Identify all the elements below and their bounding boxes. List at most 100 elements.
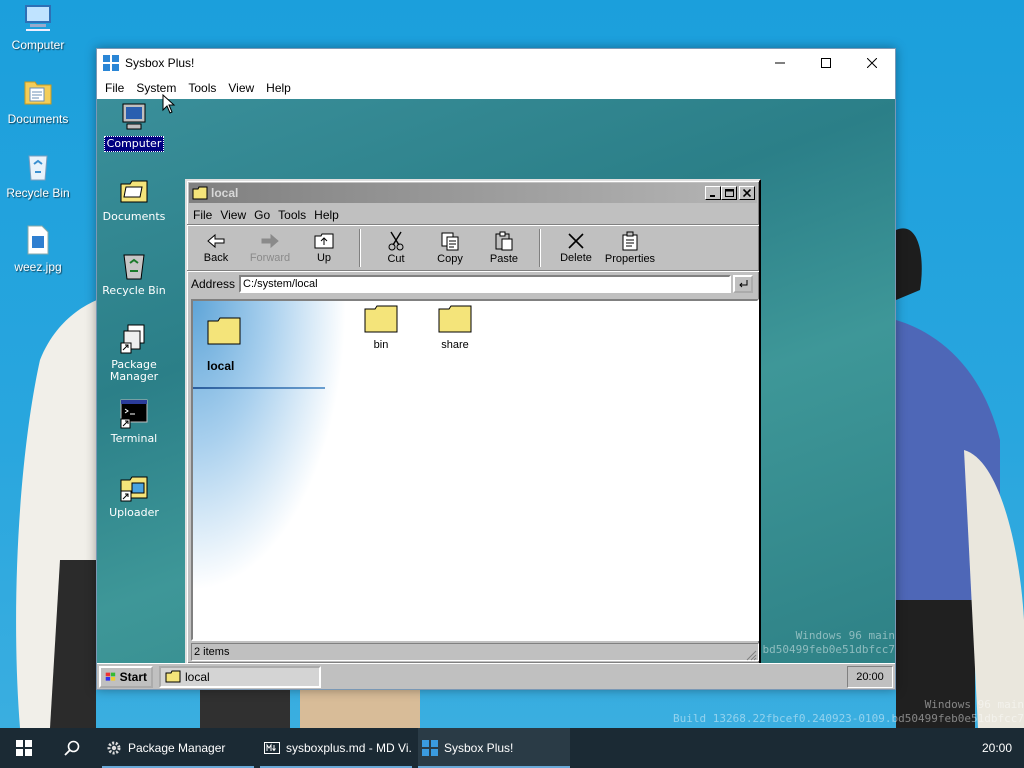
host-taskbar-app-package-manager[interactable]: Package Manager xyxy=(102,728,254,768)
explorer-menu-file[interactable]: File xyxy=(189,208,216,222)
resize-grip-icon[interactable] xyxy=(745,649,757,661)
w96-icon-uploader[interactable]: Uploader xyxy=(97,471,171,520)
menu-tools[interactable]: Tools xyxy=(182,81,222,95)
back-button[interactable]: Back xyxy=(189,232,243,264)
host-search-button[interactable] xyxy=(48,728,96,768)
host-taskbar-app-md-viewer[interactable]: sysboxplus.md - MD Vi... xyxy=(260,728,412,768)
host-taskbar-app-sysbox[interactable]: Sysbox Plus! xyxy=(418,728,570,768)
explorer-menu-go[interactable]: Go xyxy=(250,208,274,222)
cut-button[interactable]: Cut xyxy=(369,231,423,265)
explorer-toolbar: Back Forward Up Cut Copy Paste Delete Pr… xyxy=(187,225,759,271)
file-item-name: bin xyxy=(373,339,389,351)
explorer-minimize-button[interactable] xyxy=(705,186,721,200)
address-go-button[interactable] xyxy=(733,274,754,293)
up-button[interactable]: Up xyxy=(297,232,351,264)
w96-icon-documents[interactable]: Documents xyxy=(97,175,171,224)
explorer-menu-tools[interactable]: Tools xyxy=(274,208,310,222)
file-item-bin[interactable]: bin xyxy=(351,305,411,351)
back-arrow-icon xyxy=(207,233,225,249)
w96-icon-label: Uploader xyxy=(109,506,159,519)
watermark-line2: Build 13268.22fbcef0.240923-0109.bd50499… xyxy=(673,712,1024,725)
copy-button[interactable]: Copy xyxy=(423,231,477,265)
explorer-menu-view[interactable]: View xyxy=(216,208,250,222)
w96-taskbar: Start local 20:00 xyxy=(97,663,895,689)
explorer-menu-help[interactable]: Help xyxy=(310,208,343,222)
watermark-line1: Windows 96 main xyxy=(924,698,1024,711)
w96-icon-package-manager[interactable]: Package Manager xyxy=(97,323,171,384)
folder-icon xyxy=(192,186,208,200)
close-button[interactable] xyxy=(849,49,895,77)
forward-arrow-icon xyxy=(261,233,279,249)
w96-start-button[interactable]: Start xyxy=(99,665,153,688)
properties-label: Properties xyxy=(604,253,656,265)
sysbox-titlebar[interactable]: Sysbox Plus! xyxy=(97,49,895,77)
explorer-content: local bin share xyxy=(191,299,759,641)
uploader-icon xyxy=(120,476,148,502)
menu-help[interactable]: Help xyxy=(260,81,297,95)
forward-label: Forward xyxy=(249,252,291,264)
file-item-name: share xyxy=(441,339,469,351)
delete-x-icon xyxy=(568,233,584,249)
explorer-close-button[interactable] xyxy=(739,186,755,200)
close-icon xyxy=(867,58,877,68)
w96-task-button-local[interactable]: local xyxy=(159,665,321,688)
windows-logo-icon xyxy=(422,740,438,756)
computer-icon xyxy=(122,103,146,130)
explorer-statusbar: 2 items xyxy=(191,643,759,661)
host-taskbar-app-label: sysboxplus.md - MD Vi... xyxy=(286,741,412,755)
forward-button[interactable]: Forward xyxy=(243,232,297,264)
menu-system[interactable]: System xyxy=(130,81,182,95)
address-input[interactable]: C:/system/local xyxy=(239,274,732,293)
explorer-titlebar[interactable]: local xyxy=(189,183,757,203)
minimize-button[interactable] xyxy=(757,49,803,77)
up-folder-icon xyxy=(314,233,334,249)
scissors-icon xyxy=(388,231,404,251)
w96-clock[interactable]: 20:00 xyxy=(847,665,893,688)
w96-icon-recycle-bin[interactable]: Recycle Bin xyxy=(97,249,171,298)
host-desktop-icon-recycle-bin[interactable]: Recycle Bin xyxy=(0,150,76,200)
delete-button[interactable]: Delete xyxy=(549,232,603,264)
paste-icon xyxy=(495,231,513,251)
terminal-icon xyxy=(120,399,148,429)
menu-file[interactable]: File xyxy=(99,81,130,95)
recycle-bin-icon xyxy=(123,254,145,280)
copy-icon xyxy=(441,232,459,251)
minimize-icon xyxy=(775,62,785,64)
w96-icon-label: Computer xyxy=(103,136,165,152)
recycle-bin-icon xyxy=(28,155,48,181)
search-icon xyxy=(64,740,80,756)
markdown-icon xyxy=(264,742,280,754)
file-item-share[interactable]: share xyxy=(425,305,485,351)
host-desktop-icon-documents[interactable]: Documents xyxy=(0,76,76,126)
paste-button[interactable]: Paste xyxy=(477,231,531,265)
host-start-button[interactable] xyxy=(0,728,48,768)
host-desktop-icon-label: weez.jpg xyxy=(14,260,62,274)
menu-view[interactable]: View xyxy=(222,81,260,95)
folder-icon xyxy=(364,305,398,333)
windows-logo-icon xyxy=(103,55,119,71)
host-build-watermark: Windows 96 main Build 13268.22fbcef0.240… xyxy=(673,698,1024,726)
host-desktop-icon-label: Computer xyxy=(11,38,65,52)
delete-label: Delete xyxy=(560,252,592,264)
explorer-menubar: File View Go Tools Help xyxy=(187,205,759,225)
enter-arrow-icon xyxy=(739,279,748,287)
cut-label: Cut xyxy=(387,253,405,265)
current-folder-name: local xyxy=(207,359,235,373)
properties-button[interactable]: Properties xyxy=(603,231,657,265)
sysbox-menubar: File System Tools View Help xyxy=(97,77,895,99)
host-taskbar-clock[interactable]: 20:00 xyxy=(982,741,1024,755)
host-desktop-icon-weez[interactable]: weez.jpg xyxy=(0,224,76,274)
w96-desktop: Computer Documents Recycle Bin Package M… xyxy=(97,99,895,663)
host-taskbar-app-label: Sysbox Plus! xyxy=(444,741,514,755)
w96-icon-terminal[interactable]: Terminal xyxy=(97,397,171,446)
folder-icon xyxy=(438,305,472,333)
explorer-maximize-button[interactable] xyxy=(721,186,737,200)
host-desktop-icon-computer[interactable]: Computer xyxy=(0,2,76,52)
w96-icon-computer[interactable]: Computer xyxy=(97,101,171,152)
image-file-icon xyxy=(27,225,49,255)
maximize-button[interactable] xyxy=(803,49,849,77)
watermark-line1: Windows 96 main xyxy=(795,629,895,642)
folder-info-panel: local xyxy=(193,301,373,639)
w96-icon-label: Documents xyxy=(102,210,166,223)
paste-label: Paste xyxy=(489,253,519,265)
